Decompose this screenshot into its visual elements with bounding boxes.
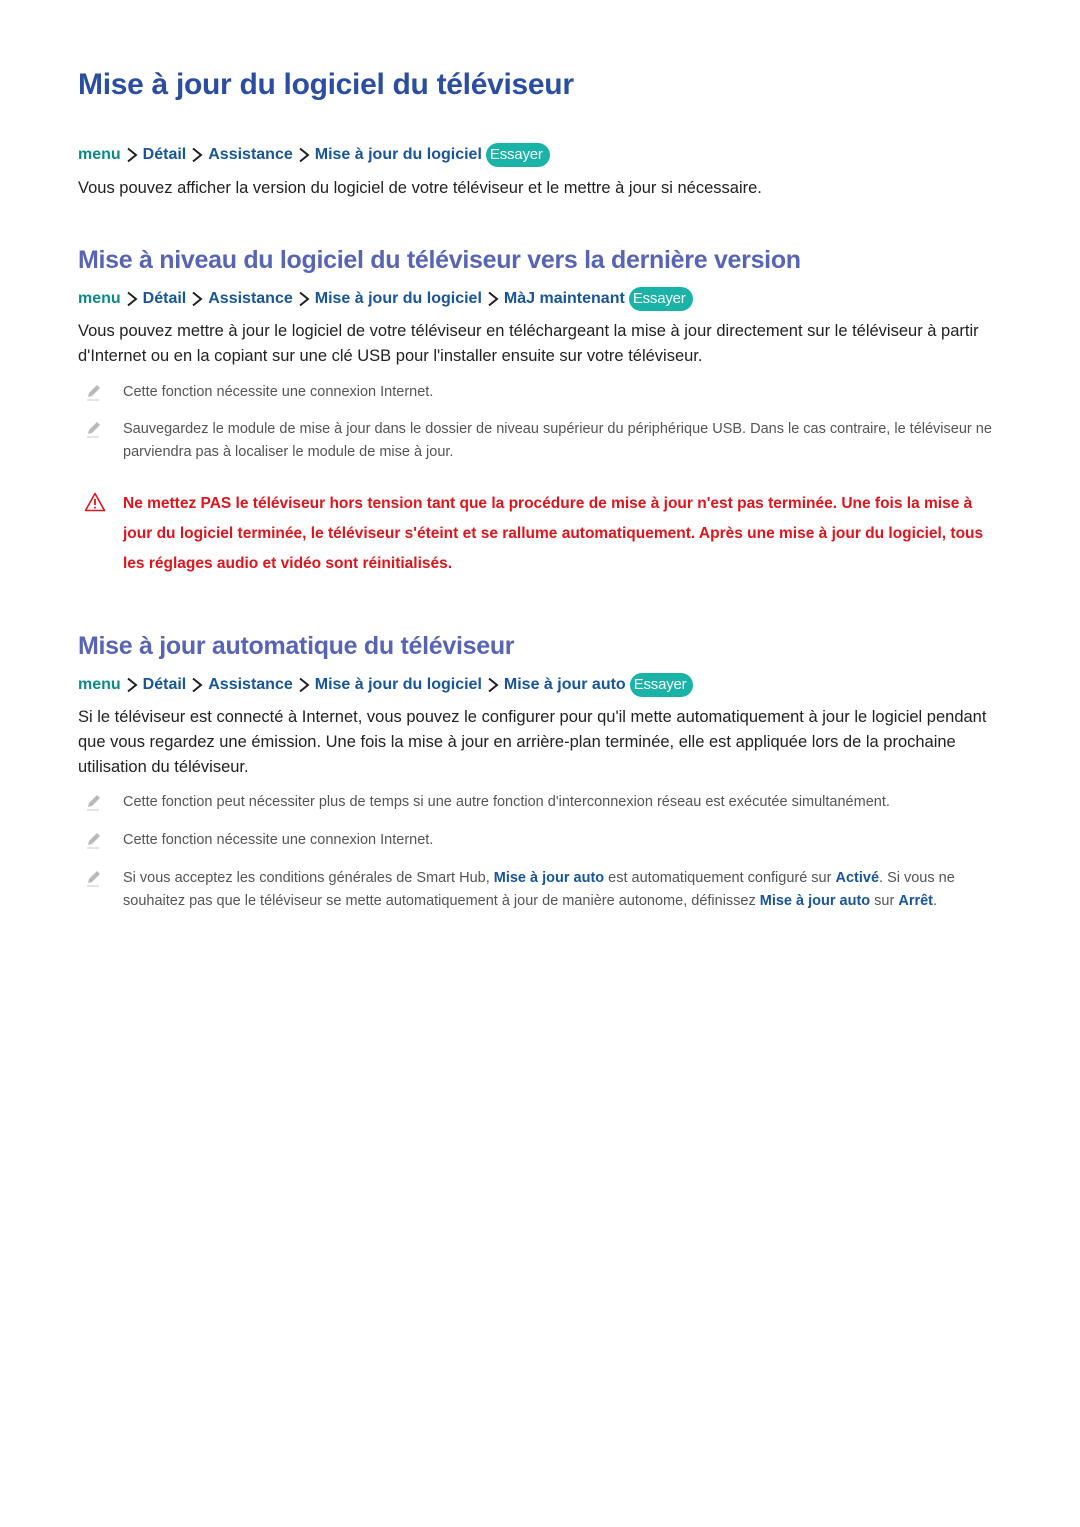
chevron-right-icon	[486, 291, 500, 307]
section-body: Si le téléviseur est connecté à Internet…	[78, 708, 987, 776]
chevron-right-icon	[190, 147, 204, 163]
breadcrumb-item[interactable]: Détail	[143, 146, 187, 164]
breadcrumb-item[interactable]: MàJ maintenant	[504, 290, 625, 308]
menu-term: Arrêt	[898, 893, 934, 909]
breadcrumb-software-update: menu Détail Assistance Mise à jour du lo…	[78, 142, 550, 168]
pencil-note-icon	[84, 382, 104, 402]
section-title: Mise à niveau du logiciel du téléviseur …	[78, 246, 801, 274]
try-now-button[interactable]: Essayer	[629, 673, 694, 697]
menu-term: Mise à jour auto	[759, 893, 871, 909]
breadcrumb-item[interactable]: Mise à jour auto	[504, 676, 626, 694]
chevron-right-icon	[125, 677, 139, 693]
breadcrumb-root[interactable]: menu	[78, 290, 121, 308]
menu-term: Mise à jour auto	[493, 870, 605, 886]
breadcrumb-update-now: menu Détail Assistance Mise à jour du lo…	[78, 286, 693, 312]
page-title: Mise à jour du logiciel du téléviseur	[78, 68, 574, 101]
note: Sauvegardez le module de mise à jour dan…	[84, 418, 1004, 464]
breadcrumb-item[interactable]: Mise à jour du logiciel	[315, 290, 482, 308]
chevron-right-icon	[486, 677, 500, 693]
breadcrumb-item[interactable]: Détail	[143, 676, 187, 694]
pencil-note-icon	[84, 868, 104, 888]
breadcrumb-item[interactable]: Assistance	[208, 676, 293, 694]
note-text-part: est automatiquement configuré sur	[604, 870, 836, 886]
try-now-button[interactable]: Essayer	[628, 287, 693, 311]
section-title: Mise à jour automatique du téléviseur	[78, 632, 515, 660]
pencil-note-icon	[84, 792, 104, 812]
menu-term: Activé	[835, 870, 880, 886]
note: Cette fonction peut nécessiter plus de t…	[84, 791, 1004, 814]
breadcrumb-item[interactable]: Assistance	[208, 146, 293, 164]
chevron-right-icon	[190, 677, 204, 693]
breadcrumb-item[interactable]: Mise à jour du logiciel	[315, 676, 482, 694]
note: Cette fonction nécessite une connexion I…	[84, 381, 1004, 404]
chevron-right-icon	[125, 291, 139, 307]
note-text: Cette fonction peut nécessiter plus de t…	[123, 794, 890, 810]
note-text-part: Si vous acceptez les conditions générale…	[123, 870, 494, 886]
chevron-right-icon	[297, 291, 311, 307]
warning-text: Ne mettez PAS le téléviseur hors tension…	[123, 495, 984, 572]
breadcrumb-item[interactable]: Mise à jour du logiciel	[315, 146, 482, 164]
chevron-right-icon	[297, 677, 311, 693]
note: Si vous acceptez les conditions générale…	[84, 867, 1004, 913]
pencil-note-icon	[84, 419, 104, 439]
breadcrumb-item[interactable]: Assistance	[208, 290, 293, 308]
note-text-part: .	[933, 893, 938, 909]
pencil-note-icon	[84, 830, 104, 850]
warning-triangle-icon	[84, 492, 106, 512]
note-text: Si vous acceptez les conditions générale…	[123, 867, 1003, 913]
note-text: Cette fonction nécessite une connexion I…	[123, 832, 434, 848]
breadcrumb-root[interactable]: menu	[78, 146, 121, 164]
section-body: Vous pouvez afficher la version du logic…	[78, 179, 762, 197]
breadcrumb-auto-update: menu Détail Assistance Mise à jour du lo…	[78, 672, 694, 698]
section-body: Vous pouvez mettre à jour le logiciel de…	[78, 322, 979, 365]
note-text-part: sur	[870, 893, 899, 909]
chevron-right-icon	[297, 147, 311, 163]
warning-notice: Ne mettez PAS le téléviseur hors tension…	[84, 489, 1004, 579]
note-text: Cette fonction nécessite une connexion I…	[123, 384, 434, 400]
breadcrumb-item[interactable]: Détail	[143, 290, 187, 308]
note-text: Sauvegardez le module de mise à jour dan…	[123, 421, 992, 460]
note: Cette fonction nécessite une connexion I…	[84, 829, 1004, 852]
chevron-right-icon	[190, 291, 204, 307]
try-now-button[interactable]: Essayer	[485, 143, 550, 167]
breadcrumb-root[interactable]: menu	[78, 676, 121, 694]
chevron-right-icon	[125, 147, 139, 163]
